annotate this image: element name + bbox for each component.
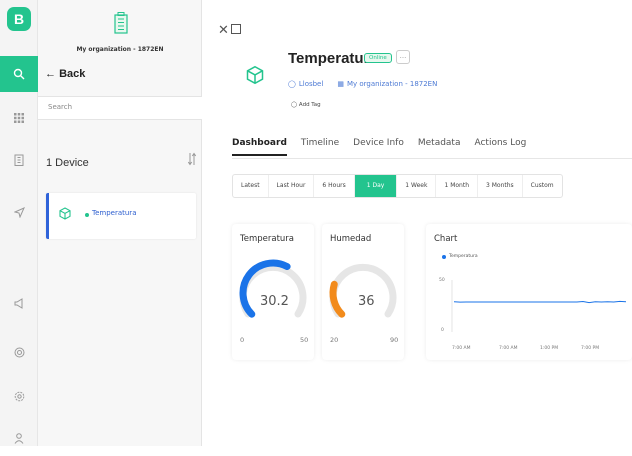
- range-1-month[interactable]: 1 Month: [436, 175, 478, 197]
- series-line-temperatura: [453, 300, 627, 304]
- gauge-title: Temperatura: [240, 234, 295, 244]
- app-logo[interactable]: B: [7, 7, 31, 31]
- settings-icon: [14, 391, 24, 401]
- cube-icon: [59, 207, 71, 220]
- search-input[interactable]: Search: [38, 96, 202, 120]
- device-owner-row: ◯ Llosbel ▦ My organization - 1872EN: [288, 80, 437, 88]
- device-list-item[interactable]: Temperatura: [46, 193, 196, 239]
- tag-icon: ◯: [291, 102, 298, 108]
- search-nav-button[interactable]: [0, 56, 38, 92]
- tab-divider: [232, 158, 632, 159]
- gauge-title: Humedad: [330, 234, 372, 244]
- x-tick-label: 1:00 PM: [540, 346, 559, 351]
- organization-link[interactable]: My organization - 1872EN: [347, 80, 437, 88]
- range-last-hour[interactable]: Last Hour: [269, 175, 315, 197]
- arrow-left-icon: ←: [45, 68, 56, 80]
- language-nav-button[interactable]: [0, 334, 38, 370]
- announcements-nav-button[interactable]: [0, 285, 38, 321]
- devices-panel: My organization - 1872EN ← Back Search 1…: [38, 0, 202, 446]
- search-icon: [13, 68, 25, 80]
- organizations-nav-button[interactable]: [0, 142, 38, 178]
- range-3-months[interactable]: 3 Months: [478, 175, 523, 197]
- tab-dashboard[interactable]: Dashboard: [232, 138, 287, 156]
- user-icon: ◯: [288, 80, 296, 88]
- devices-nav-button[interactable]: [0, 100, 38, 136]
- organization-name: My organization - 1872EN: [76, 46, 164, 53]
- tab-metadata[interactable]: Metadata: [418, 138, 461, 156]
- expand-icon[interactable]: [231, 24, 241, 34]
- send-icon: [13, 206, 25, 218]
- tab-bar: Dashboard Timeline Device Info Metadata …: [232, 138, 526, 156]
- device-image: [232, 52, 278, 98]
- profile-nav-button[interactable]: [0, 420, 38, 456]
- status-badge: Online: [364, 53, 392, 63]
- tab-timeline[interactable]: Timeline: [301, 138, 339, 156]
- x-tick-label: 7:00 AM: [452, 346, 471, 351]
- x-tick-label: 7:00 AM: [499, 346, 518, 351]
- gauge-value: 30.2: [260, 294, 289, 309]
- gauge-temperatura: [239, 259, 307, 318]
- sort-icon[interactable]: [188, 152, 196, 166]
- range-1-week[interactable]: 1 Week: [397, 175, 437, 197]
- more-options-button[interactable]: ...: [396, 50, 410, 64]
- gauge-widget-temperatura[interactable]: Temperatura 30.2 0 50: [232, 224, 314, 360]
- add-tag-label: Add Tag: [298, 102, 321, 108]
- grid-icon: [14, 113, 24, 123]
- owner-link[interactable]: Llosbel: [299, 80, 323, 88]
- range-custom[interactable]: Custom: [523, 175, 562, 197]
- gauge-min: 0: [240, 336, 245, 344]
- close-icon[interactable]: ✕: [218, 23, 229, 38]
- back-button[interactable]: ← Back: [45, 68, 85, 80]
- cube-icon: [246, 65, 264, 85]
- online-status-dot: [85, 213, 89, 217]
- range-1-day[interactable]: 1 Day: [354, 175, 398, 197]
- megaphone-icon: [14, 297, 22, 309]
- gauge-min: 20: [330, 336, 339, 344]
- building-icon: [114, 12, 128, 34]
- line-chart: [451, 280, 627, 332]
- building-icon: ▦: [337, 80, 344, 88]
- user-icon: [14, 432, 24, 444]
- add-tag-button[interactable]: ◯ Add Tag: [291, 102, 321, 108]
- range-6-hours[interactable]: 6 Hours: [314, 175, 355, 197]
- device-count: 1 Device: [46, 157, 89, 169]
- gauge-value: 36: [358, 294, 375, 309]
- chart-widget[interactable]: Chart Temperatura 50 0 7:00 AM 7:00 AM 1…: [426, 224, 632, 360]
- gauge-max: 90: [390, 336, 399, 344]
- gauge-humedad: [329, 263, 397, 318]
- tab-actions-log[interactable]: Actions Log: [474, 138, 526, 156]
- globe-icon: [14, 347, 24, 357]
- building-icon: [14, 154, 24, 166]
- time-range-selector: Latest Last Hour 6 Hours 1 Day 1 Week 1 …: [232, 174, 563, 198]
- device-name: Temperatura: [92, 209, 137, 217]
- settings-nav-button[interactable]: [0, 378, 38, 414]
- gauge-widget-humedad[interactable]: Humedad 36 20 90: [322, 224, 404, 360]
- range-latest[interactable]: Latest: [233, 175, 269, 197]
- x-tick-label: 7:00 PM: [581, 346, 600, 351]
- gauge-max: 50: [300, 336, 309, 344]
- back-label: Back: [59, 68, 86, 80]
- device-detail: ✕ Temperatura Online ... ◯ Llosbel ▦ My …: [202, 0, 632, 446]
- tab-device-info[interactable]: Device Info: [353, 138, 404, 156]
- nav-rail: B: [0, 0, 38, 446]
- location-nav-button[interactable]: [0, 194, 38, 230]
